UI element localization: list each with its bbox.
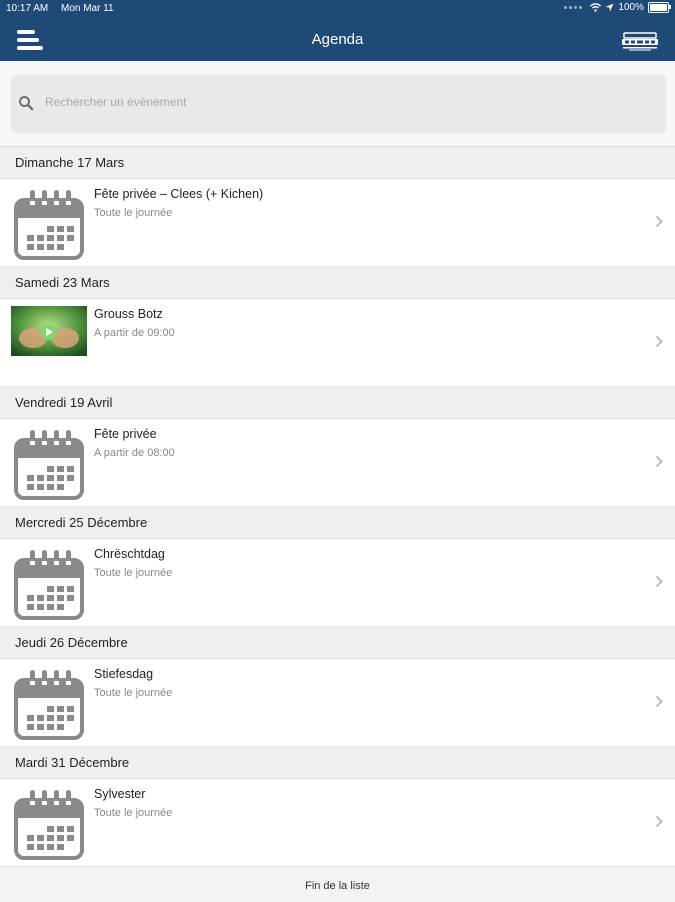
- day-header: Samedi 23 Mars: [0, 267, 675, 299]
- day-header: Vendredi 19 Avril: [0, 387, 675, 419]
- event-row[interactable]: Chrëschtdag Toute le journée: [0, 539, 675, 627]
- event-row[interactable]: Sylvester Toute le journée: [0, 779, 675, 867]
- end-of-list-label: Fin de la liste: [0, 871, 675, 900]
- event-time: A partir de 09:00: [94, 327, 175, 339]
- chevron-right-icon: [655, 575, 663, 593]
- calendar-icon: [11, 546, 87, 622]
- chevron-right-icon: [655, 815, 663, 833]
- battery-icon: [648, 2, 671, 13]
- chevron-right-icon: [655, 695, 663, 713]
- day-header: Dimanche 17 Mars: [0, 147, 675, 179]
- event-title: Chrëschtdag: [94, 547, 165, 561]
- event-row[interactable]: Stiefesdag Toute le journée: [0, 659, 675, 747]
- event-title: Fête privée – Clees (+ Kichen): [94, 187, 264, 201]
- location-arrow-icon: [605, 3, 614, 12]
- event-photo-thumbnail: [11, 306, 87, 382]
- day-header: Jeudi 26 Décembre: [0, 627, 675, 659]
- app-header: 10:17 AM Mon Mar 11 100% Agenda: [0, 0, 675, 61]
- status-bar: 10:17 AM Mon Mar 11 100%: [0, 0, 675, 18]
- day-header: Mardi 31 Décembre: [0, 747, 675, 779]
- event-title: Fête privée: [94, 427, 157, 441]
- event-time: Toute le journée: [94, 807, 173, 819]
- event-row[interactable]: Grouss Botz A partir de 09:00: [0, 299, 675, 387]
- event-row[interactable]: Fête privée A partir de 08:00: [0, 419, 675, 507]
- event-time: Toute le journée: [94, 207, 173, 219]
- status-indicators: 100%: [564, 2, 671, 13]
- calendar-icon: [11, 786, 87, 862]
- search-box[interactable]: [11, 75, 666, 133]
- chevron-right-icon: [655, 455, 663, 473]
- chevron-right-icon: [655, 335, 663, 353]
- event-row[interactable]: Fête privée – Clees (+ Kichen) Toute le j…: [0, 179, 675, 267]
- event-time: A partir de 08:00: [94, 447, 175, 459]
- signal-icon: [564, 6, 583, 9]
- event-title: Stiefesdag: [94, 667, 154, 681]
- status-time: 10:17 AM: [6, 3, 49, 14]
- event-time: Toute le journée: [94, 687, 173, 699]
- day-header: Mercredi 25 Décembre: [0, 507, 675, 539]
- page-title: Agenda: [311, 31, 364, 48]
- status-date: Mon Mar 11: [61, 3, 114, 14]
- battery-percent: 100%: [618, 2, 644, 13]
- calendar-icon: [11, 186, 87, 262]
- search-input[interactable]: [45, 95, 645, 109]
- search-bar-container: [0, 61, 675, 147]
- event-time: Toute le journée: [94, 567, 173, 579]
- chevron-right-icon: [655, 215, 663, 233]
- calendar-icon: [11, 666, 87, 742]
- event-title: Sylvester: [94, 787, 146, 801]
- event-list: Dimanche 17 Mars Fête privée – Clees (+ K…: [0, 147, 675, 867]
- event-title: Grouss Botz: [94, 307, 163, 321]
- wifi-icon: [590, 3, 602, 12]
- app-logo-icon[interactable]: [621, 30, 659, 52]
- calendar-icon: [11, 426, 87, 502]
- search-icon: [19, 96, 34, 111]
